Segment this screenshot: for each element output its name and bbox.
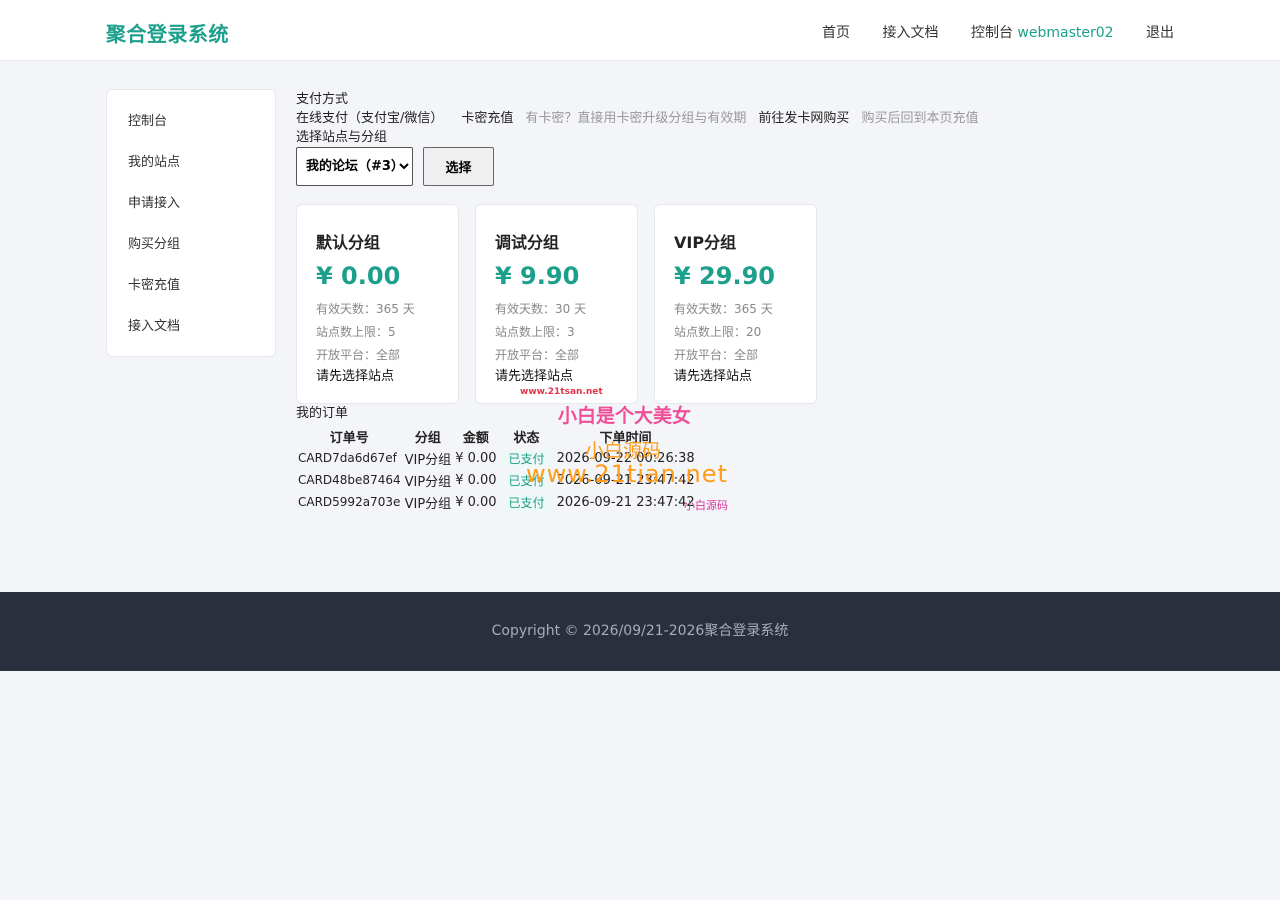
plan-site-limit: 站点数上限：3 <box>495 325 575 339</box>
table-row: CARD48be87464 VIP分组 ¥ 0.00 已支付 2026-09-2… <box>296 469 697 491</box>
sidebar-item-my-sites[interactable]: 我的站点 <box>107 142 275 183</box>
plan-days: 有效天数：365 天 <box>316 302 415 316</box>
main-content: 支付方式 在线支付（支付宝/微信） 卡密充值 有卡密？直接用卡密升级分组与有效期 前往… <box>296 90 1236 512</box>
buy-card-hint: 购买后回到本页充值 <box>861 111 979 126</box>
sidebar-menu: 控制台 我的站点 申请接入 购买分组 卡密充值 接入文档 <box>106 89 276 357</box>
site-select-heading: 选择站点与分组 <box>296 130 388 145</box>
nav-username: webmaster02 <box>1017 25 1114 41</box>
sidebar-item-apply-access[interactable]: 申请接入 <box>107 183 275 224</box>
sidebar-item-card-recharge[interactable]: 卡密充值 <box>107 265 275 306</box>
plan-price: ¥ 9.90 <box>495 262 580 290</box>
col-order-id: 订单号 <box>329 430 369 446</box>
plan-cards: 默认分组 ¥ 0.00 有效天数：365 天 站点数上限：5 开放平台：全部 请… <box>296 204 856 404</box>
payment-methods-row: 在线支付（支付宝/微信） 卡密充值 有卡密？直接用卡密升级分组与有效期 前往发卡网购买… <box>296 109 1236 128</box>
card-recharge-hint: 有卡密？直接用卡密升级分组与有效期 <box>525 111 747 126</box>
col-amount: 金额 <box>462 430 489 446</box>
nav-home-link[interactable]: 首页 <box>822 25 850 41</box>
order-amount: ¥ 0.00 <box>455 450 497 466</box>
nav-console-link[interactable]: 控制台 webmaster02 <box>971 25 1114 41</box>
plan-select-site-hint[interactable]: 请先选择站点 <box>495 367 637 386</box>
top-nav: 首页 接入文档 控制台 webmaster02 退出 <box>794 22 1174 42</box>
plan-price: ¥ 0.00 <box>316 262 401 290</box>
status-badge: 已支付 <box>500 449 553 468</box>
order-time: 2026-09-22 00:26:38 <box>556 450 695 466</box>
order-time: 2026-09-21 23:47:42 <box>556 472 695 488</box>
footer: Copyright © 2026/09/21-2026聚合登录系统 <box>0 592 1280 671</box>
order-id: CARD5992a703e <box>298 495 401 509</box>
plan-platform: 开放平台：全部 <box>674 348 759 362</box>
plan-price: ¥ 29.90 <box>674 262 775 290</box>
payment-heading: 支付方式 <box>296 92 349 107</box>
col-order-time: 下单时间 <box>599 430 652 446</box>
plan-card-debug: 调试分组 ¥ 9.90 有效天数：30 天 站点数上限：3 开放平台：全部 请先… <box>475 204 638 404</box>
table-row: CARD7da6d67ef VIP分组 ¥ 0.00 已支付 2026-09-2… <box>296 447 697 469</box>
order-status-cell: 已支付 <box>499 447 555 469</box>
plan-name: 默认分组 <box>316 233 381 252</box>
order-id: CARD7da6d67ef <box>298 451 397 465</box>
plan-card-default: 默认分组 ¥ 0.00 有效天数：365 天 站点数上限：5 开放平台：全部 请… <box>296 204 459 404</box>
plan-select-site-hint[interactable]: 请先选择站点 <box>674 367 816 386</box>
site-select-dropdown[interactable]: 我的论坛（#3） <box>296 147 413 186</box>
brand-logo[interactable]: 聚合登录系统 <box>106 18 229 47</box>
order-status-cell: 已支付 <box>499 491 555 513</box>
plan-platform: 开放平台：全部 <box>316 348 401 362</box>
orders-header-row: 订单号 分组 金额 状态 下单时间 <box>296 425 697 447</box>
order-group: VIP分组 <box>404 496 452 512</box>
plan-select-site-hint[interactable]: 请先选择站点 <box>316 367 458 386</box>
plan-name: VIP分组 <box>674 233 737 252</box>
plan-site-limit: 站点数上限：5 <box>316 325 396 339</box>
my-orders-section: 我的订单 订单号 分组 金额 状态 下单时间 CARD7da6d67ef VIP… <box>296 404 896 513</box>
plan-platform: 开放平台：全部 <box>495 348 580 362</box>
col-status: 状态 <box>513 430 540 446</box>
plan-details: 有效天数：365 天 站点数上限：20 开放平台：全部 <box>674 298 816 367</box>
plan-site-limit: 站点数上限：20 <box>674 325 762 339</box>
col-group: 分组 <box>414 430 441 446</box>
card-recharge-option[interactable]: 卡密充值 <box>461 111 513 126</box>
orders-heading: 我的订单 <box>296 406 349 421</box>
choose-button[interactable]: 选择 <box>423 147 494 186</box>
status-badge: 已支付 <box>500 471 553 490</box>
plan-details: 有效天数：365 天 站点数上限：5 开放平台：全部 <box>316 298 458 367</box>
nav-docs-link[interactable]: 接入文档 <box>883 25 939 41</box>
nav-logout-link[interactable]: 退出 <box>1146 25 1174 41</box>
orders-table: 订单号 分组 金额 状态 下单时间 CARD7da6d67ef VIP分组 ¥ … <box>296 425 697 513</box>
plan-name: 调试分组 <box>495 233 560 252</box>
plan-details: 有效天数：30 天 站点数上限：3 开放平台：全部 <box>495 298 637 367</box>
order-amount: ¥ 0.00 <box>455 472 497 488</box>
order-group: VIP分组 <box>404 452 452 468</box>
plan-days: 有效天数：365 天 <box>674 302 773 316</box>
online-payment-option[interactable]: 在线支付（支付宝/微信） <box>296 111 443 126</box>
order-group: VIP分组 <box>404 474 452 490</box>
sidebar-item-console[interactable]: 控制台 <box>107 101 275 142</box>
footer-copyright: Copyright © 2026/09/21-2026聚合登录系统 <box>491 623 789 639</box>
status-badge: 已支付 <box>500 493 553 512</box>
sidebar-item-buy-group[interactable]: 购买分组 <box>107 224 275 265</box>
order-status-cell: 已支付 <box>499 469 555 491</box>
buy-card-link[interactable]: 前往发卡网购买 <box>758 111 849 126</box>
plan-card-vip: VIP分组 ¥ 29.90 有效天数：365 天 站点数上限：20 开放平台：全… <box>654 204 817 404</box>
table-row: CARD5992a703e VIP分组 ¥ 0.00 已支付 2026-09-2… <box>296 491 697 513</box>
plan-days: 有效天数：30 天 <box>495 302 587 316</box>
top-navbar: 聚合登录系统 首页 接入文档 控制台 webmaster02 退出 <box>0 0 1280 61</box>
order-amount: ¥ 0.00 <box>455 494 497 510</box>
nav-console-label: 控制台 <box>970 25 1013 41</box>
site-select-row: 我的论坛（#3） 选择 <box>296 147 1236 187</box>
sidebar-item-docs[interactable]: 接入文档 <box>107 306 275 347</box>
order-time: 2026-09-21 23:47:42 <box>556 494 695 510</box>
order-id: CARD48be87464 <box>298 473 401 487</box>
